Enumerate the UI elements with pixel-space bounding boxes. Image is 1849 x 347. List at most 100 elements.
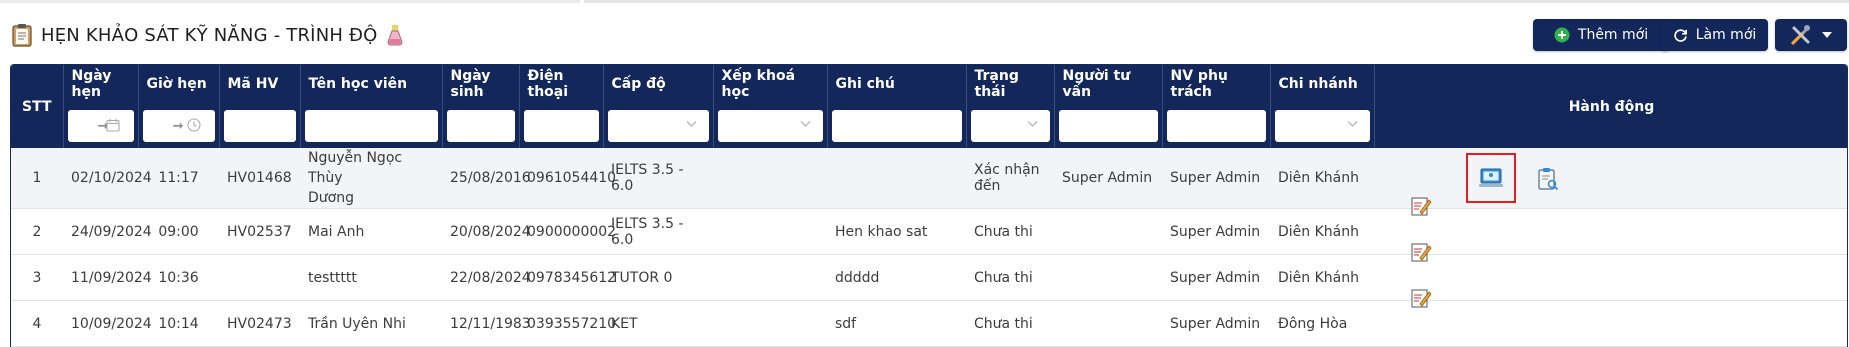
edit-note-icon (1411, 243, 1432, 262)
cell-ngay-sinh: 22/08/2024 (442, 254, 531, 301)
cell-ngay-hen: 11/09/2024 (63, 254, 152, 301)
filter-nguoi-tu-van-cell (1054, 103, 1163, 148)
cell-nv-phu-trach: Super Admin (1162, 300, 1270, 347)
cell-ghi-chu: ddddd (827, 254, 966, 301)
cell-ma-hv: HV02537 (219, 208, 300, 255)
reload-button[interactable]: Làm mới (1661, 19, 1768, 51)
chi-nhanh-filter-select[interactable] (1274, 109, 1370, 142)
ma-hv-filter-input[interactable] (223, 109, 296, 142)
cell-ma-hv (219, 254, 300, 301)
col-gio-hen[interactable]: Giờ hẹn (138, 65, 220, 103)
table-row[interactable]: 2 24/09/2024 09:00 HV02537 Mai Anh 20/08… (11, 197, 1847, 255)
col-ghi-chu[interactable]: Ghi chú (827, 65, 967, 103)
col-ngay-hen[interactable]: Ngày hẹn (63, 65, 139, 103)
edit-action-button[interactable] (1410, 195, 1432, 221)
cell-stt: 4 (11, 300, 63, 347)
cell-trang-thai: Xác nhận đến (966, 148, 1054, 209)
cell-nguoi-tu-van (1054, 300, 1162, 347)
table-row[interactable]: 1 02/10/2024 11:17 HV01468 Nguyễn Ngọc T… (11, 148, 1847, 209)
cell-ngay-sinh: 25/08/2016 (442, 148, 531, 209)
filter-chi-nhanh-cell (1270, 103, 1375, 148)
col-ten-hoc-vien[interactable]: Tên học viên (300, 65, 443, 103)
cell-actions (1374, 243, 1847, 301)
cell-ten-hoc-vien: Mai Anh (300, 208, 442, 255)
filter-nv-phu-trach-cell (1162, 103, 1271, 148)
filter-ngay-hen-cell: → (63, 103, 139, 148)
edit-note-icon (1411, 289, 1432, 308)
col-ngay-sinh[interactable]: Ngày sinh (442, 65, 520, 103)
cell-cap-do: TUTOR 0 (603, 254, 713, 301)
cell-actions (1374, 289, 1847, 347)
cell-trang-thai: Chưa thi (966, 300, 1054, 347)
cell-xep-khoa-hoc (713, 208, 827, 255)
add-new-label: Thêm mới (1577, 27, 1649, 43)
filter-gio-hen-cell: → (138, 103, 220, 148)
cell-trang-thai: Chưa thi (966, 208, 1054, 255)
cell-ngay-sinh: 20/08/2024 (442, 208, 531, 255)
xep-khoa-hoc-filter-select[interactable] (717, 109, 823, 142)
cell-actions (1374, 148, 1847, 209)
col-nv-phu-trach[interactable]: NV phụ trách (1162, 65, 1271, 103)
add-new-button[interactable]: Thêm mới (1533, 19, 1669, 51)
col-trang-thai[interactable]: Trạng thái (966, 65, 1055, 103)
edit-action-button[interactable] (1410, 287, 1432, 313)
cell-dien-thoai: 0961054410 (519, 148, 616, 209)
cell-nguoi-tu-van (1054, 208, 1162, 255)
cell-nv-phu-trach: Super Admin (1162, 208, 1270, 255)
cell-ngay-hen: 24/09/2024 (63, 208, 152, 255)
exam-action-button[interactable] (1466, 153, 1516, 203)
cell-xep-khoa-hoc (713, 300, 827, 347)
gio-hen-time-range-filter[interactable]: → (142, 109, 215, 142)
col-dien-thoai[interactable]: Điện thoại (519, 65, 604, 103)
edit-note-icon (1411, 197, 1432, 216)
col-cap-do[interactable]: Cấp độ (603, 65, 714, 103)
ten-hoc-vien-filter-input[interactable] (304, 109, 438, 142)
table-row[interactable]: 3 11/09/2024 10:36 testtttt 22/08/2024 0… (11, 243, 1847, 301)
filter-ghi-chu-cell (827, 103, 967, 148)
cell-cap-do: IELTS 3.5 - 6.0 (603, 208, 713, 255)
cell-dien-thoai: 0393557210 (519, 300, 616, 347)
chevron-down-icon (686, 120, 696, 127)
trang-thai-filter-select[interactable] (970, 109, 1050, 142)
cell-ten-hoc-vien: Trần Uyên Nhi (300, 300, 442, 347)
edit-action-button[interactable] (1410, 241, 1432, 267)
col-chi-nhanh[interactable]: Chi nhánh (1270, 65, 1375, 103)
nguoi-tu-van-filter-input[interactable] (1058, 109, 1158, 142)
col-xep-khoa-hoc[interactable]: Xếp khoá học (713, 65, 828, 103)
cell-chi-nhanh: Diên Khánh (1270, 148, 1374, 209)
chevron-down-icon (1027, 120, 1037, 127)
ngay-sinh-filter-input[interactable] (446, 109, 515, 142)
page-header: HẸN KHẢO SÁT KỸ NĂNG - TRÌNH ĐỘ (12, 20, 404, 50)
dien-thoai-filter-input[interactable] (523, 109, 599, 142)
col-ma-hv[interactable]: Mã HV (219, 65, 301, 103)
col-stt: STT (11, 65, 64, 148)
cell-ngay-hen: 10/09/2024 (63, 300, 152, 347)
result-action-button[interactable] (1537, 167, 1559, 195)
cell-chi-nhanh: Diên Khánh (1270, 208, 1374, 255)
nv-phu-trach-filter-input[interactable] (1166, 109, 1266, 142)
top-divider (0, 0, 1849, 3)
ghi-chu-filter-input[interactable] (831, 109, 962, 142)
search-document-icon (1538, 168, 1559, 191)
cell-nv-phu-trach: Super Admin (1162, 148, 1270, 209)
cell-chi-nhanh: Diên Khánh (1270, 254, 1374, 301)
filter-ma-hv-cell (219, 103, 301, 148)
filter-trang-thai-cell (966, 103, 1055, 148)
online-exam-icon (1479, 168, 1503, 187)
page-title: HẸN KHẢO SÁT KỸ NĂNG - TRÌNH ĐỘ (41, 24, 378, 46)
cell-dien-thoai: 0978345612 (519, 254, 616, 301)
filter-cap-do-cell (603, 103, 714, 148)
filter-ten-cell (300, 103, 443, 148)
appointments-table: STT Ngày hẹn Giờ hẹn Mã HV Tên học viên … (10, 64, 1848, 347)
filter-xep-khoa-cell (713, 103, 828, 148)
cap-do-filter-select[interactable] (607, 109, 709, 142)
cell-actions (1374, 197, 1847, 255)
cell-stt: 1 (11, 148, 63, 209)
ten-line-2: Dương (308, 190, 354, 206)
col-nguoi-tu-van[interactable]: Người tư vấn (1054, 65, 1163, 103)
cell-nguoi-tu-van: Super Admin (1054, 148, 1162, 209)
table-row[interactable]: 4 10/09/2024 10:14 HV02473 Trần Uyên Nhi… (11, 289, 1847, 347)
ngay-hen-date-range-filter[interactable]: → (67, 109, 134, 142)
tools-menu-button[interactable] (1775, 19, 1847, 51)
cell-chi-nhanh: Đông Hòa (1270, 300, 1374, 347)
